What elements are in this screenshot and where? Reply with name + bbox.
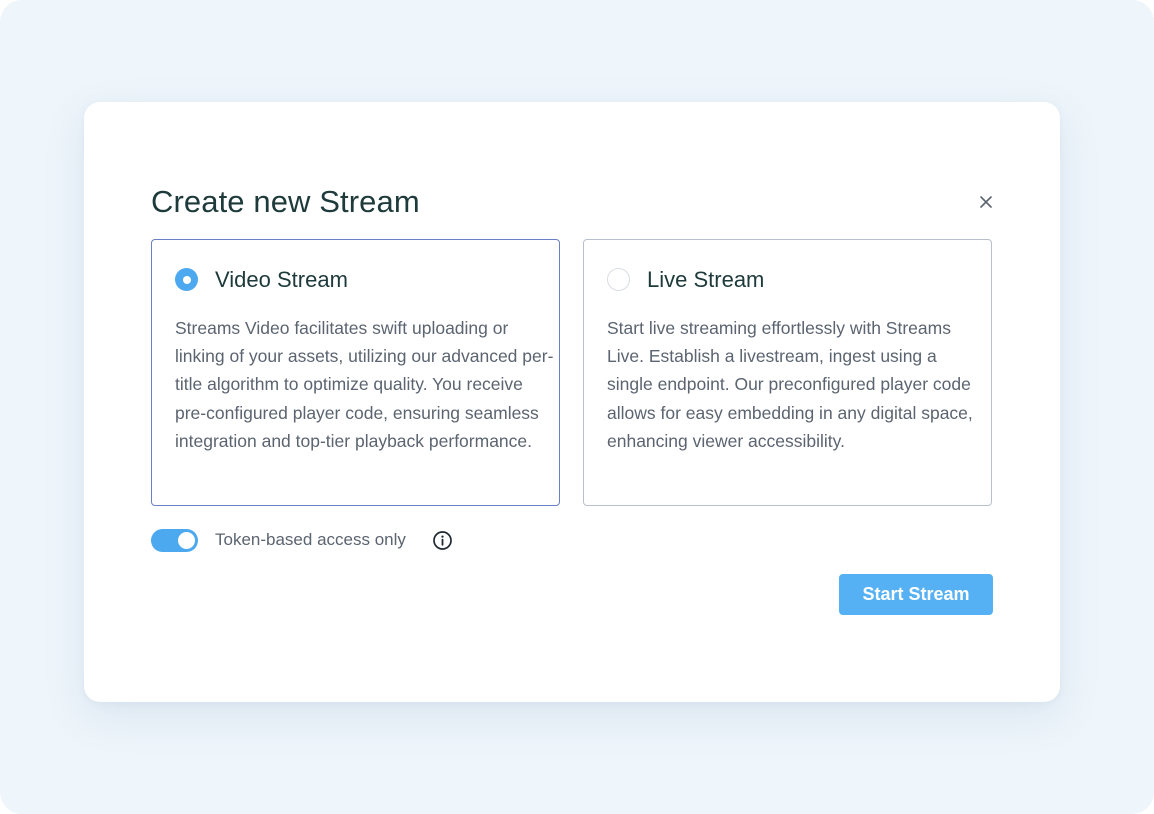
live-stream-radio[interactable]	[607, 268, 630, 291]
video-stream-description: Streams Video facilitates swift uploadin…	[175, 318, 554, 451]
live-stream-title: Live Stream	[647, 267, 765, 292]
close-button[interactable]	[974, 190, 998, 214]
info-icon	[433, 531, 452, 550]
toggle-knob	[178, 532, 195, 549]
dialog-title: Create new Stream	[151, 184, 420, 219]
live-stream-option[interactable]: Live Stream Start live streaming effortl…	[583, 239, 992, 506]
start-stream-button[interactable]: Start Stream	[839, 574, 993, 615]
create-stream-dialog: Create new Stream Video Stream Streams V…	[84, 102, 1060, 702]
video-stream-option[interactable]: Video Stream Streams Video facilitates s…	[151, 239, 560, 506]
video-stream-title: Video Stream	[215, 267, 348, 292]
info-button[interactable]	[432, 530, 453, 551]
token-access-label: Token-based access only	[215, 530, 406, 549]
live-stream-description: Start live streaming effortlessly with S…	[607, 318, 973, 451]
token-access-toggle[interactable]	[151, 529, 198, 552]
close-icon	[980, 196, 992, 208]
video-stream-radio[interactable]	[175, 268, 198, 291]
